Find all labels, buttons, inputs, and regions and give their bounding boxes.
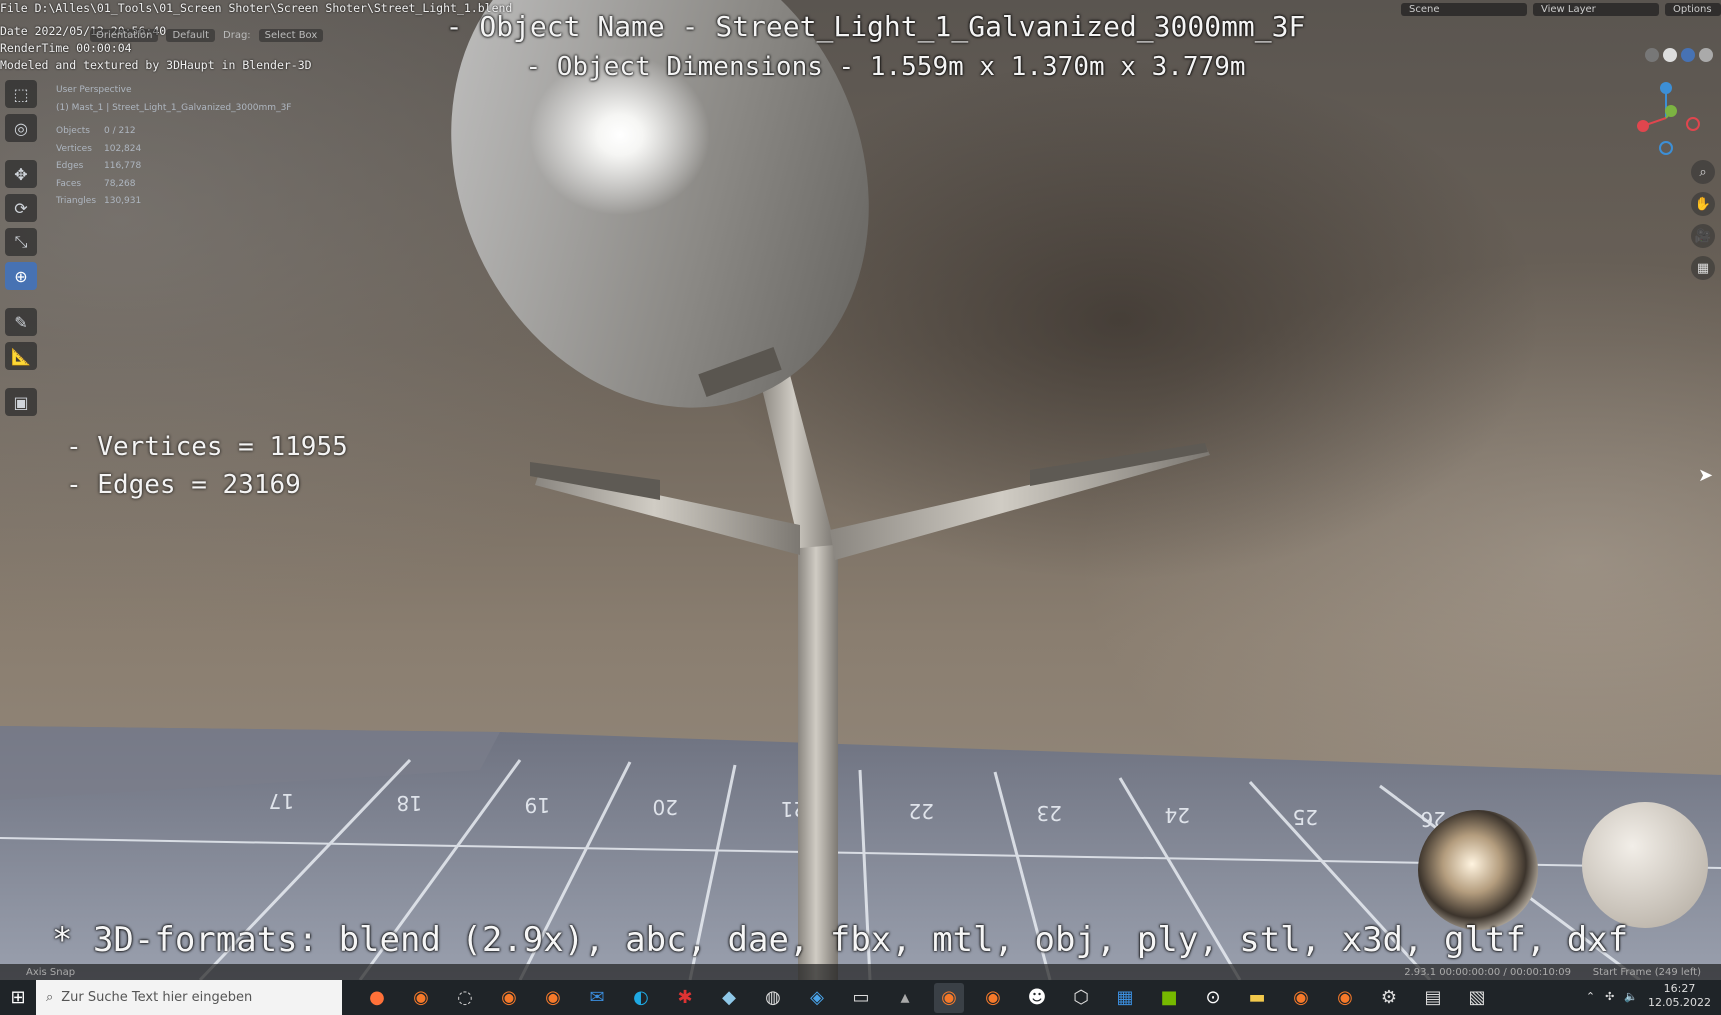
navigation-gizmo[interactable]: [1631, 78, 1701, 158]
tool-shelf: ⬚ ◎ ✥ ⟳ ⤡ ⊕ ✎ 📐 ▣: [5, 80, 41, 416]
network-icon[interactable]: ✣: [1605, 990, 1614, 1003]
floor-number-label: 22: [909, 799, 934, 823]
y-axis-icon: [1665, 105, 1677, 117]
add-cube-icon[interactable]: ▣: [5, 388, 37, 416]
viewport-statistics: User Perspective (1) Mast_1 | Street_Lig…: [56, 82, 291, 211]
floor-number-label: 18: [397, 791, 422, 815]
search-placeholder: Zur Suche Text hier eingeben: [61, 990, 253, 1005]
rotate-icon[interactable]: ⟳: [5, 194, 37, 222]
stat-row: Vertices 102,824: [56, 141, 291, 159]
stat-row: Edges 116,778: [56, 158, 291, 176]
chevron-up-icon[interactable]: ⌃: [1586, 990, 1595, 1003]
nvidia-icon[interactable]: ■: [1154, 983, 1184, 1013]
clock-date: 12.05.2022: [1648, 996, 1711, 1009]
floor-number-label: 24: [1165, 803, 1190, 827]
blender-icon[interactable]: ◉: [934, 982, 964, 1013]
stat-value: 116,778: [104, 161, 142, 171]
calendar-icon[interactable]: ▦: [1110, 983, 1140, 1013]
floor-number-label: 20: [653, 795, 678, 819]
x-axis-icon: [1637, 120, 1649, 132]
stat-value: 130,931: [104, 196, 142, 206]
stat-row: Faces 78,268: [56, 176, 291, 194]
floor-number-label: 19: [525, 793, 550, 817]
view-navigation: ⌕ ✋ 🎥 ▦: [1691, 160, 1715, 280]
app-icon[interactable]: ▧: [1462, 983, 1492, 1013]
object-dimensions-title: - Object Dimensions - 1.559m x 1.370m x …: [525, 52, 1246, 82]
formats-overlay: * 3D-formats: blend (2.9x), abc, dae, fb…: [52, 920, 1629, 960]
z-axis-icon: [1660, 82, 1672, 94]
mesh-info-overlay: - Vertices = 11955 - Edges = 23169: [66, 428, 348, 504]
mouse-cursor-icon: ➤: [1698, 465, 1714, 486]
status-frame: Start Frame (249 left): [1592, 966, 1701, 978]
floor-number-label: 25: [1293, 805, 1318, 829]
app-icon[interactable]: ▤: [1418, 983, 1448, 1013]
stat-label: Edges: [56, 161, 84, 171]
panda-icon[interactable]: ☻: [1022, 983, 1052, 1013]
status-version: 2.93.1 00:00:00:00 / 00:00:10:09: [1404, 966, 1571, 978]
cube-icon[interactable]: ⬡: [1066, 983, 1096, 1013]
scale-icon[interactable]: ⤡: [5, 228, 37, 256]
stat-row: Triangles 130,931: [56, 193, 291, 211]
stat-row: Objects 0 / 212: [56, 123, 291, 141]
folder-icon[interactable]: ▬: [1242, 983, 1272, 1013]
blender-icon[interactable]: ◉: [978, 983, 1008, 1013]
app-icon[interactable]: ◍: [758, 983, 788, 1013]
measure-icon[interactable]: 📐: [5, 342, 37, 370]
edges-count: - Edges = 23169: [66, 470, 301, 500]
floor-number-label: 23: [1037, 801, 1062, 825]
view-name: User Perspective: [56, 85, 132, 95]
clock-time: 16:27: [1663, 982, 1696, 995]
stat-value: 102,824: [104, 143, 142, 154]
floor-number-label: 17: [269, 789, 294, 813]
app-icon[interactable]: ▴: [890, 983, 920, 1013]
stat-value: 0 / 212: [104, 126, 136, 136]
windows-taskbar: ⊞ ⌕ Zur Suche Text hier eingeben ● ◉ ◌ ◉…: [0, 980, 1721, 1015]
app-icon[interactable]: ◆: [714, 983, 744, 1013]
stat-label: Objects: [56, 126, 91, 136]
firefox-icon[interactable]: ●: [362, 983, 392, 1013]
camera-icon[interactable]: 🎥: [1691, 224, 1715, 248]
stat-label: Vertices: [56, 143, 92, 154]
stat-label: Faces: [56, 178, 82, 189]
steam-icon[interactable]: ◌: [450, 983, 480, 1013]
edge-icon[interactable]: ◐: [626, 983, 656, 1013]
blender-icon[interactable]: ◉: [538, 983, 568, 1013]
pan-icon[interactable]: ✋: [1691, 192, 1715, 216]
annotate-icon[interactable]: ✎: [5, 308, 37, 336]
system-tray: ⌃ ✣ 🔈 16:27 12.05.2022: [1586, 982, 1711, 1010]
bug-icon[interactable]: ✱: [670, 983, 700, 1013]
status-bar: Axis Snap 2.93.1 00:00:00:00 / 00:00:10:…: [0, 964, 1721, 980]
status-left: Axis Snap: [26, 966, 76, 978]
mail-icon[interactable]: ✉: [582, 983, 612, 1013]
zoom-icon[interactable]: ⌕: [1691, 160, 1715, 184]
clock[interactable]: 16:27 12.05.2022: [1648, 982, 1711, 1010]
3d-viewport[interactable]: 17 18 19 20 21 22 23 24 25 26 File D:\Alles\01_To…: [0, 0, 1721, 980]
search-icon: ⌕: [46, 990, 54, 1005]
cursor-icon[interactable]: ◎: [5, 114, 37, 142]
taskbar-search[interactable]: ⌕ Zur Suche Text hier eingeben: [36, 980, 342, 1015]
vertices-count: - Vertices = 11955: [66, 432, 348, 462]
terminal-icon[interactable]: ▭: [846, 983, 876, 1013]
active-collection: (1) Mast_1 | Street_Light_1_Galvanized_3…: [56, 102, 292, 113]
grid-icon[interactable]: ▦: [1691, 256, 1715, 280]
blender-icon[interactable]: ◉: [1330, 983, 1360, 1013]
blender-icon[interactable]: ◉: [494, 983, 524, 1013]
app-icon[interactable]: ◈: [802, 983, 832, 1013]
volume-icon[interactable]: 🔈: [1624, 990, 1638, 1003]
gear-icon[interactable]: ⚙: [1374, 983, 1404, 1013]
app-icon[interactable]: ⊙: [1198, 983, 1228, 1013]
stat-value: 78,268: [104, 178, 136, 189]
taskbar-apps: ● ◉ ◌ ◉ ◉ ✉ ◐ ✱ ◆ ◍ ◈ ▭ ▴ ◉ ◉ ☻ ⬡ ▦ ■ ⊙ …: [362, 982, 1492, 1013]
blender-icon[interactable]: ◉: [1286, 983, 1316, 1013]
move-icon[interactable]: ✥: [5, 160, 37, 188]
object-name-title: - Object Name - Street_Light_1_Galvanize…: [445, 10, 1306, 43]
windows-start-icon[interactable]: ⊞: [0, 980, 36, 1015]
stat-label: Triangles: [56, 196, 97, 206]
select-box-icon[interactable]: ⬚: [5, 80, 37, 108]
transform-icon[interactable]: ⊕: [5, 262, 37, 290]
blender-icon[interactable]: ◉: [406, 983, 436, 1013]
